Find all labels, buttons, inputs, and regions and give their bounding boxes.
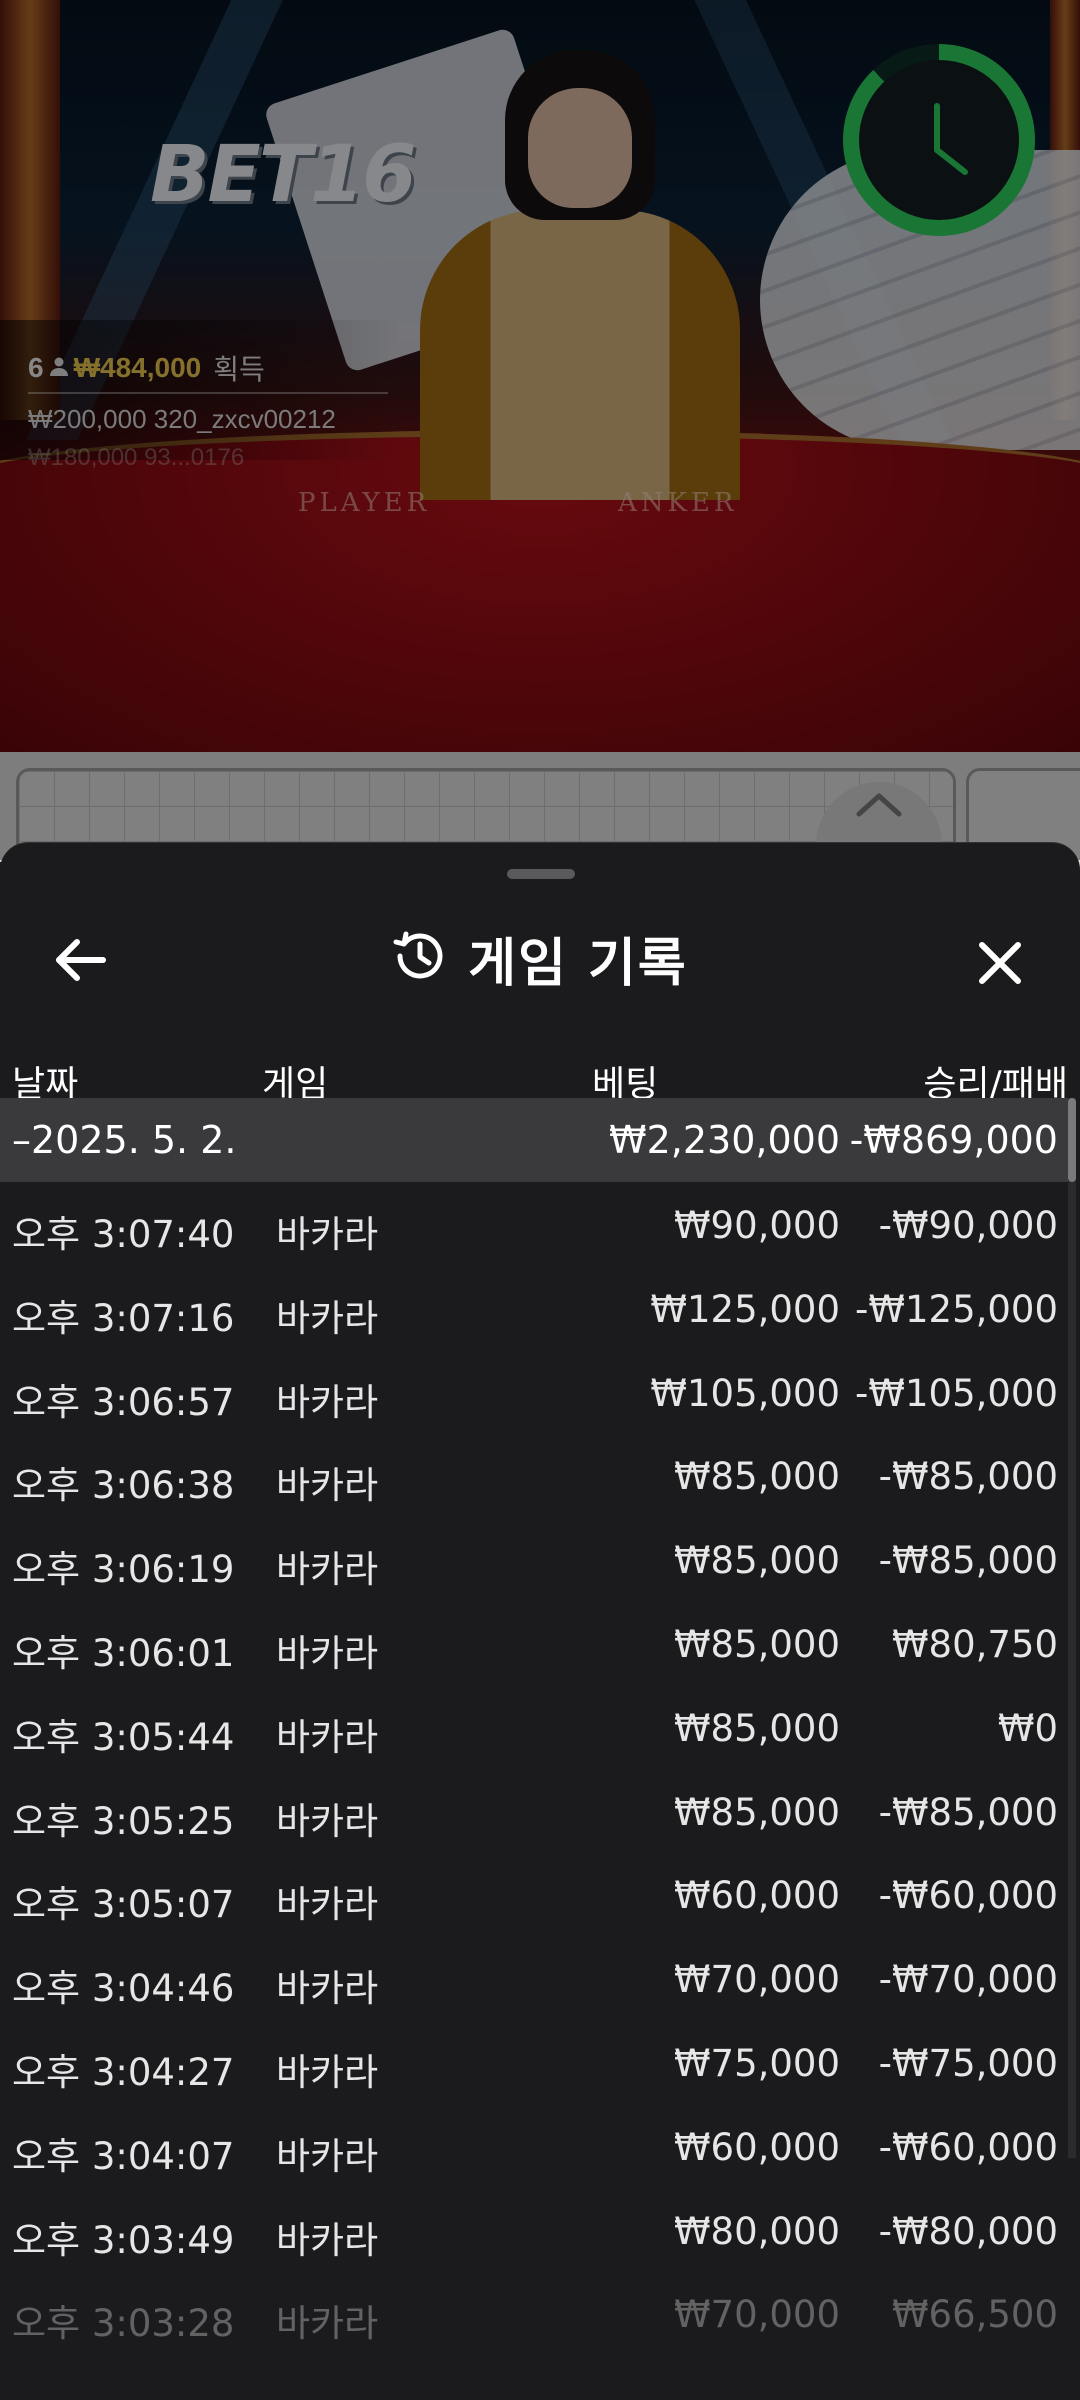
row-time: 오후 3:04:27 [12,2050,235,2094]
table-row[interactable]: 오후 3:07:40 바카라 ₩90,000 -₩90,000 [0,1182,1068,1266]
table-row[interactable]: 오후 3:04:07 바카라 ₩60,000 -₩60,000 [0,2104,1068,2188]
close-icon [976,939,1024,991]
row-time: 오후 3:03:49 [12,2218,235,2262]
table-row[interactable]: 오후 3:06:38 바카라 ₩85,000 -₩85,000 [0,1433,1068,1517]
row-bet: ₩80,000 [673,2209,840,2253]
row-bet: ₩85,000 [673,1539,840,1583]
row-bet: ₩85,000 [673,1790,840,1834]
row-result: -₩85,000 [878,1790,1058,1834]
row-game: 바카라 [276,1883,379,1927]
row-game: 바카라 [276,1715,379,1759]
row-bet: ₩90,000 [673,1204,840,1247]
row-time: 오후 3:05:44 [12,1715,235,1759]
scrollbar-thumb[interactable] [1068,1098,1076,1182]
table-row[interactable]: 오후 3:04:46 바카라 ₩70,000 -₩70,000 [0,1936,1068,2020]
row-time: 오후 3:06:19 [12,1548,235,1592]
row-time: 오후 3:07:40 [12,1213,235,1256]
row-game: 바카라 [276,2218,379,2262]
sheet-title: 게임 기록 [468,933,688,994]
table-row[interactable]: 오후 3:05:44 바카라 ₩85,000 ₩0 [0,1685,1068,1769]
row-bet: ₩60,000 [673,1874,840,1918]
row-result: -₩60,000 [878,1874,1058,1918]
table-row[interactable]: 오후 3:06:57 바카라 ₩105,000 -₩105,000 [0,1350,1068,1434]
row-game: 바카라 [276,1631,379,1675]
app-screen: BET16 PLAYER ANKER 6 ₩484,000 획득 ₩200,00… [0,0,1080,2400]
date-group-row[interactable]: –2025. 5. 2. ₩2,230,000 -₩869,000 [0,1098,1068,1182]
row-time: 오후 3:03:28 [12,2302,235,2346]
table-row[interactable]: 오후 3:06:01 바카라 ₩85,000 ₩80,750 [0,1601,1068,1685]
row-result: -₩105,000 [855,1371,1058,1415]
row-time: 오후 3:06:38 [12,1464,235,1508]
row-bet: ₩70,000 [673,2293,840,2337]
table-row[interactable]: 오후 3:03:28 바카라 ₩70,000 ₩66,500 [0,2271,1068,2355]
row-bet: ₩85,000 [673,1455,840,1499]
scrollbar-track[interactable] [1068,1098,1076,2158]
row-time: 오후 3:06:57 [12,1380,235,1424]
row-bet: ₩85,000 [673,1706,840,1750]
row-bet: ₩60,000 [673,2125,840,2169]
table-row[interactable]: 오후 3:04:27 바카라 ₩75,000 -₩75,000 [0,2020,1068,2104]
row-time: 오후 3:05:25 [12,1799,235,1843]
table-row[interactable]: 오후 3:07:16 바카라 ₩125,000 -₩125,000 [0,1266,1068,1350]
row-bet: ₩85,000 [673,1622,840,1666]
table-row[interactable]: 오후 3:06:19 바카라 ₩85,000 -₩85,000 [0,1517,1068,1601]
row-bet: ₩125,000 [650,1287,840,1331]
row-time: 오후 3:06:01 [12,1631,235,1675]
history-list: 오후 3:07:40 바카라 ₩90,000 -₩90,000 오후 3:07:16 바… [0,1182,1068,2355]
row-time: 오후 3:04:07 [12,2134,235,2178]
row-time: 오후 3:04:46 [12,1967,235,2011]
row-bet: ₩75,000 [673,2041,840,2085]
row-result: -₩70,000 [878,1958,1058,2002]
row-game: 바카라 [276,1799,379,1843]
group-total-bet: ₩2,230,000 [609,1118,840,1162]
row-game: 바카라 [276,1296,379,1340]
group-total-result: -₩869,000 [849,1118,1058,1162]
table-row[interactable]: 오후 3:05:07 바카라 ₩60,000 -₩60,000 [0,1852,1068,1936]
row-result: ₩0 [997,1706,1058,1750]
row-game: 바카라 [276,1380,379,1424]
game-history-sheet: 게임 기록 날짜 게임 베팅 승리/패배 –2025. 5. 2. ₩2,230… [0,842,1080,2400]
row-result: ₩66,500 [891,2293,1058,2337]
row-game: 바카라 [276,1213,379,1256]
row-bet: ₩70,000 [673,1958,840,2002]
table-row[interactable]: 오후 3:05:25 바카라 ₩85,000 -₩85,000 [0,1769,1068,1853]
row-result: ₩80,750 [891,1622,1058,1666]
row-game: 바카라 [276,2050,379,2094]
group-date: –2025. 5. 2. [12,1118,237,1162]
row-game: 바카라 [276,2134,379,2178]
row-bet: ₩105,000 [650,1371,840,1415]
row-result: -₩85,000 [878,1455,1058,1499]
close-button[interactable] [962,927,1038,1003]
sheet-header: 게임 기록 [0,903,1080,1013]
drag-handle[interactable] [507,869,575,879]
backdrop-dim[interactable] [0,0,1080,860]
table-row[interactable]: 오후 3:03:49 바카라 ₩80,000 -₩80,000 [0,2188,1068,2272]
row-result: -₩75,000 [878,2041,1058,2085]
row-game: 바카라 [276,1548,379,1592]
row-result: -₩90,000 [878,1204,1058,1247]
row-result: -₩60,000 [878,2125,1058,2169]
row-game: 바카라 [276,2302,379,2346]
row-result: -₩125,000 [855,1287,1058,1331]
row-time: 오후 3:07:16 [12,1296,235,1340]
row-result: -₩85,000 [878,1539,1058,1583]
history-icon [392,928,448,988]
row-game: 바카라 [276,1464,379,1508]
row-time: 오후 3:05:07 [12,1883,235,1927]
row-game: 바카라 [276,1967,379,2011]
row-result: -₩80,000 [878,2209,1058,2253]
